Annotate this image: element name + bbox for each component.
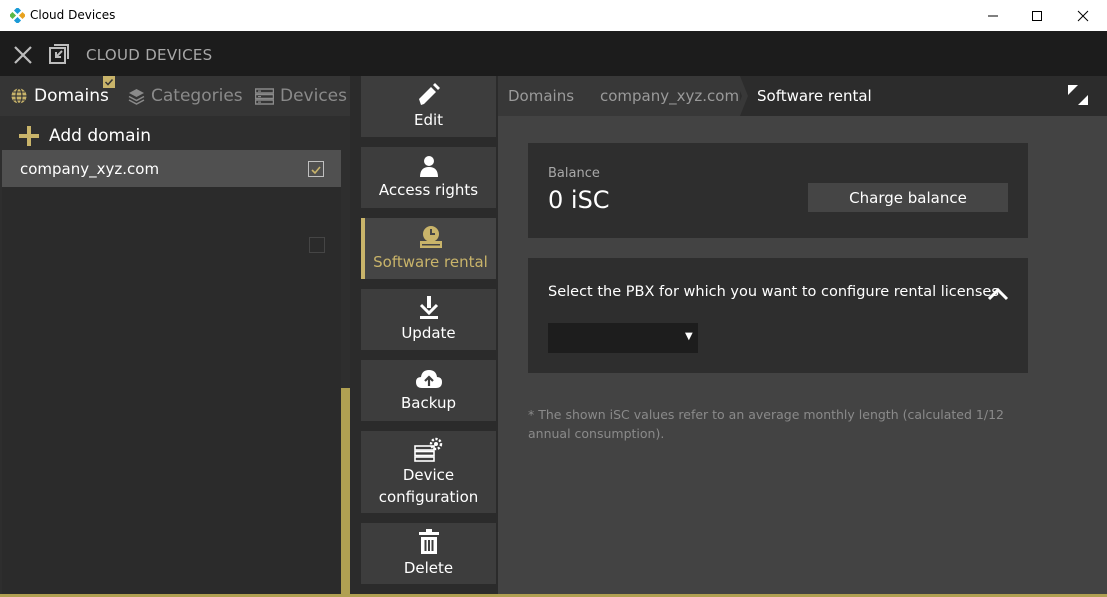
pencil-icon bbox=[418, 82, 440, 105]
access-rights-button[interactable]: Access rights bbox=[361, 147, 496, 208]
tab-devices[interactable]: Devices bbox=[255, 76, 347, 116]
plus-icon bbox=[19, 126, 39, 146]
layers-icon bbox=[128, 88, 145, 105]
add-domain-button[interactable]: Add domain bbox=[18, 120, 151, 152]
user-icon bbox=[419, 155, 438, 177]
domain-list-scrollbar[interactable] bbox=[341, 388, 350, 597]
delete-label: Delete bbox=[403, 558, 454, 577]
footnote: * The shown iSC values refer to an avera… bbox=[528, 407, 1004, 441]
app-logo-icon bbox=[10, 8, 25, 23]
caret-down-icon[interactable]: ▼ bbox=[685, 331, 693, 342]
balance-value: 0 iSC bbox=[548, 186, 610, 214]
software-rental-label: Software rental bbox=[373, 252, 488, 271]
download-icon bbox=[419, 295, 438, 319]
edit-button[interactable]: Edit bbox=[361, 76, 496, 137]
cloud-upload-icon bbox=[415, 369, 442, 388]
delete-button[interactable]: Delete bbox=[361, 523, 496, 584]
domain-list-area bbox=[2, 187, 341, 597]
pbx-select[interactable] bbox=[548, 323, 698, 353]
device-configuration-label-line2: configuration bbox=[378, 488, 479, 506]
update-button[interactable]: Update bbox=[361, 289, 496, 350]
breadcrumb-current: Software rental bbox=[757, 87, 872, 105]
balance-label: Balance bbox=[548, 166, 600, 181]
update-label: Update bbox=[401, 323, 456, 342]
check-badge-icon bbox=[103, 76, 115, 88]
window-close-button[interactable] bbox=[1060, 0, 1106, 31]
close-icon bbox=[1077, 10, 1089, 21]
chevron-up-icon[interactable] bbox=[986, 283, 1010, 305]
close-icon[interactable] bbox=[12, 44, 34, 66]
window-maximize-button[interactable] bbox=[1014, 0, 1060, 31]
backup-label: Backup bbox=[401, 393, 456, 412]
restore-window-icon[interactable] bbox=[48, 43, 70, 65]
access-rights-label: Access rights bbox=[378, 180, 479, 199]
breadcrumb-domain[interactable]: company_xyz.com bbox=[600, 87, 739, 105]
device-configuration-button[interactable]: Device configuration bbox=[361, 431, 496, 513]
tab-domains-label: Domains bbox=[34, 86, 109, 106]
tab-domains[interactable]: Domains bbox=[10, 76, 109, 116]
edit-label: Edit bbox=[413, 110, 444, 129]
charge-balance-button[interactable]: Charge balance bbox=[808, 183, 1008, 212]
expand-icon[interactable] bbox=[1067, 84, 1089, 106]
pbx-selection-card bbox=[528, 258, 1028, 373]
server-icon bbox=[255, 87, 274, 105]
backup-button[interactable]: Backup bbox=[361, 360, 496, 421]
software-rental-button[interactable]: Software rental bbox=[361, 218, 496, 279]
window-title: Cloud Devices bbox=[30, 8, 116, 22]
domain-checkbox[interactable] bbox=[308, 161, 324, 177]
tab-categories[interactable]: Categories bbox=[128, 76, 243, 116]
device-config-icon bbox=[413, 437, 442, 462]
minimize-icon bbox=[988, 15, 998, 16]
check-icon bbox=[311, 166, 321, 175]
tab-categories-label: Categories bbox=[151, 86, 243, 106]
globe-icon bbox=[11, 87, 27, 105]
device-configuration-label-line1: Device bbox=[402, 466, 455, 484]
window-titlebar bbox=[0, 0, 1107, 31]
window-minimize-button[interactable] bbox=[970, 0, 1016, 31]
app-title: CLOUD DEVICES bbox=[86, 46, 213, 64]
rental-icon bbox=[419, 225, 442, 248]
breadcrumb-domains[interactable]: Domains bbox=[508, 87, 574, 105]
add-domain-label: Add domain bbox=[49, 126, 151, 146]
trash-icon bbox=[418, 528, 439, 554]
domain-checkbox[interactable] bbox=[309, 237, 325, 253]
domain-name: company_xyz.com bbox=[20, 160, 160, 178]
tab-devices-label: Devices bbox=[280, 86, 347, 106]
pbx-prompt: Select the PBX for which you want to con… bbox=[548, 284, 999, 300]
maximize-icon bbox=[1032, 10, 1042, 21]
